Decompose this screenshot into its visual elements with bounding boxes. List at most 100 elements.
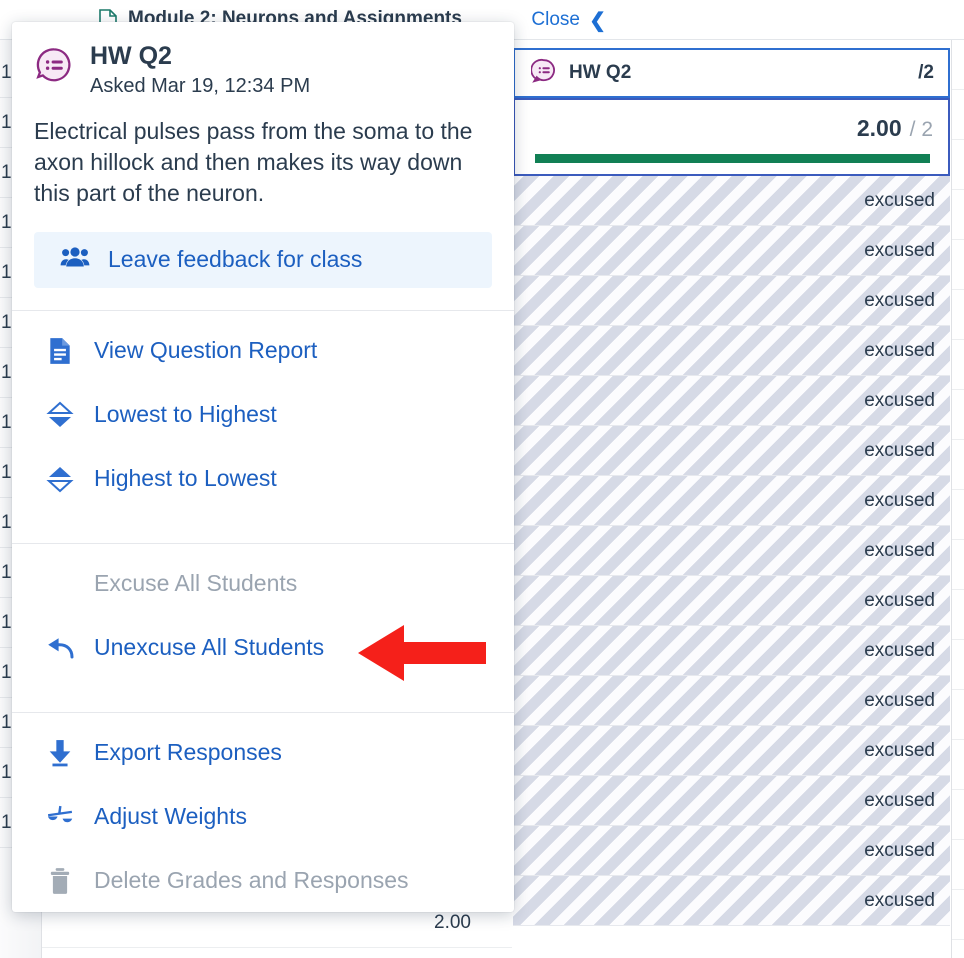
menu-group: Export Responses Adjust Weights Delete Gra…: [12, 713, 514, 912]
menu-item-excuse-all-students: Excuse All Students: [12, 552, 514, 616]
excused-cell[interactable]: excused: [513, 626, 950, 676]
right-edge-cell: [952, 90, 964, 140]
excused-cell[interactable]: excused: [513, 576, 950, 626]
column-header-hw-q2[interactable]: HW Q2 /2: [513, 48, 950, 98]
menu-group: View Question Report Lowest to Highest Hig…: [12, 311, 514, 521]
excused-label: excused: [864, 339, 935, 361]
hw-q2-column: HW Q2 /2 2.00 / 2 excused excused excused e…: [513, 40, 950, 958]
excused-label: excused: [864, 789, 935, 811]
menu-item-label: View Question Report: [94, 337, 318, 364]
middle-cell-value: 2.00: [434, 911, 471, 933]
menu-item-label: Lowest to Highest: [94, 401, 277, 428]
right-edge-column: [951, 40, 964, 958]
excused-label: excused: [864, 189, 935, 211]
excused-label: excused: [864, 239, 935, 261]
excused-cell[interactable]: excused: [513, 176, 950, 226]
right-edge-cell: [952, 240, 964, 290]
menu-item-delete-grades-and-responses: Delete Grades and Responses: [12, 849, 514, 912]
hatch-square-icon: [46, 570, 74, 598]
excused-label: excused: [864, 689, 935, 711]
question-bubble-icon: [530, 58, 557, 89]
right-edge-cell: [952, 140, 964, 190]
popup-title: HW Q2: [90, 42, 172, 70]
excused-cell[interactable]: excused: [513, 826, 950, 876]
excused-label: excused: [864, 889, 935, 911]
menu-item-view-question-report[interactable]: View Question Report: [12, 319, 514, 383]
menu-item-label: Export Responses: [94, 739, 282, 766]
question-bubble-icon: [34, 46, 74, 86]
right-edge-cell: [952, 940, 964, 958]
menu-item-highest-to-lowest[interactable]: Highest to Lowest: [12, 447, 514, 511]
score-value: 2.00: [856, 115, 902, 141]
screen-root: Module 2: Neurons and Assignments Close …: [0, 0, 964, 958]
right-edge-cell: [952, 340, 964, 390]
right-edge-cell: [952, 890, 964, 940]
question-actions-popup: HW Q2 Asked Mar 19, 12:34 PM Electrical …: [12, 22, 514, 912]
menu-item-unexcuse-all-students[interactable]: Unexcuse All Students: [12, 616, 514, 680]
chevron-left-icon[interactable]: ❮: [589, 8, 606, 33]
excused-cell[interactable]: excused: [513, 426, 950, 476]
leave-feedback-button[interactable]: Leave feedback for class: [34, 231, 492, 288]
right-edge-cell: [952, 790, 964, 840]
score-denominator: / 2: [909, 118, 933, 141]
excused-label: excused: [864, 639, 935, 661]
excused-cell[interactable]: excused: [513, 476, 950, 526]
excused-label: excused: [864, 589, 935, 611]
column-header-max-points: /2: [918, 62, 934, 83]
excused-cell[interactable]: excused: [513, 326, 950, 376]
undo-arrow-icon: [46, 634, 74, 662]
menu-item-label: Excuse All Students: [94, 570, 298, 597]
selected-score-cell[interactable]: 2.00 / 2: [513, 98, 950, 176]
menu-item-label: Highest to Lowest: [94, 465, 277, 492]
excused-cell[interactable]: excused: [513, 776, 950, 826]
excused-cell[interactable]: excused: [513, 226, 950, 276]
right-edge-cell: [952, 740, 964, 790]
question-text: Electrical pulses pass from the soma to …: [34, 117, 473, 207]
excused-cell[interactable]: excused: [513, 526, 950, 576]
sort-ascending-icon: [46, 401, 74, 429]
excused-label: excused: [864, 289, 935, 311]
right-edge-cell: [952, 540, 964, 590]
right-edge-cell: [952, 40, 964, 90]
balance-scale-icon: [46, 803, 74, 831]
excused-label: excused: [864, 839, 935, 861]
score-progress-fill: [535, 154, 930, 163]
people-icon: [60, 245, 90, 274]
right-edge-cell: [952, 190, 964, 240]
popup-header: HW Q2 Asked Mar 19, 12:34 PM: [12, 22, 514, 102]
menu-item-label: Unexcuse All Students: [94, 634, 325, 661]
right-edge-cell: [952, 290, 964, 340]
popup-header-text: HW Q2 Asked Mar 19, 12:34 PM: [90, 42, 310, 98]
menu-item-export-responses[interactable]: Export Responses: [12, 721, 514, 785]
download-icon: [46, 739, 74, 767]
excused-cell[interactable]: excused: [513, 676, 950, 726]
popup-menu-groups: View Question Report Lowest to Highest Hig…: [12, 309, 514, 912]
leave-feedback-label: Leave feedback for class: [108, 246, 363, 273]
right-edge-cell: [952, 640, 964, 690]
close-button[interactable]: Close: [531, 9, 580, 31]
excused-label: excused: [864, 739, 935, 761]
menu-item-adjust-weights[interactable]: Adjust Weights: [12, 785, 514, 849]
trash-icon: [46, 867, 74, 895]
menu-item-lowest-to-highest[interactable]: Lowest to Highest: [12, 383, 514, 447]
menu-item-label: Adjust Weights: [94, 803, 247, 830]
popup-asked-time: Asked Mar 19, 12:34 PM: [90, 74, 311, 97]
score-progress-track: [535, 154, 930, 163]
excused-label: excused: [864, 389, 935, 411]
report-document-icon: [46, 337, 74, 365]
right-edge-cell: [952, 490, 964, 540]
excused-cell[interactable]: excused: [513, 276, 950, 326]
sort-descending-icon: [46, 465, 74, 493]
right-edge-cell: [952, 590, 964, 640]
excused-cell[interactable]: excused: [513, 876, 950, 926]
excused-cell[interactable]: excused: [513, 726, 950, 776]
excused-cell-list: excused excused excused excused excused excus…: [513, 176, 950, 958]
score-value-line: 2.00 / 2: [857, 115, 933, 142]
excused-cell[interactable]: excused: [513, 376, 950, 426]
column-header-label: HW Q2: [569, 62, 632, 83]
menu-item-label: Delete Grades and Responses: [94, 867, 409, 894]
right-edge-cell: [952, 440, 964, 490]
right-edge-cell: [952, 390, 964, 440]
excused-label: excused: [864, 539, 935, 561]
excused-label: excused: [864, 439, 935, 461]
